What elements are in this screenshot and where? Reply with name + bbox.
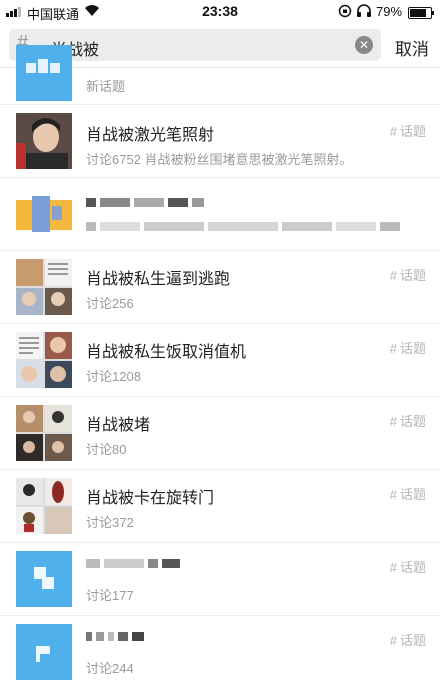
clock: 23:38: [202, 3, 238, 19]
battery-percent: 79%: [376, 4, 403, 19]
hashtag-icon: #: [389, 633, 397, 648]
topic-title: 肖战被卡在旋转门: [86, 490, 215, 507]
topic-tag: # 话题: [389, 268, 426, 283]
topic-thumbnail: [16, 551, 72, 607]
blurred-subtitle: [86, 222, 400, 231]
hashtag-icon: #: [389, 487, 397, 502]
topic-subtitle: 讨论256: [86, 296, 134, 311]
topic-thumbnail: [16, 332, 72, 388]
topic-subtitle: 新话题: [86, 79, 126, 94]
hashtag-icon: #: [389, 124, 397, 139]
list-item[interactable]: 肖战被卡在旋转门 讨论372 # 话题: [0, 470, 440, 543]
topic-thumbnail: [16, 478, 72, 534]
hashtag-icon: #: [389, 414, 397, 429]
list-item[interactable]: 肖战被激光笔照射 讨论6752 肖战被粉丝围堵意思被激光笔照射。 # 话题: [0, 105, 440, 178]
blurred-title: [86, 198, 204, 207]
topic-title: 肖战被私生逼到逃跑: [86, 271, 231, 288]
status-bar: 中国联通 23:38 79%: [0, 0, 440, 24]
topic-subtitle: 讨论80: [86, 442, 127, 457]
topic-tag: # 话题: [389, 124, 426, 139]
topic-title: 肖战被私生饭取消值机: [86, 344, 247, 361]
topic-tag: # 话题: [389, 487, 426, 502]
list-item[interactable]: 讨论177 # 话题: [0, 543, 440, 616]
topic-tag: # 话题: [389, 633, 426, 648]
blurred-title: [86, 632, 144, 641]
list-item[interactable]: 肖战被私生逼到逃跑 讨论256 # 话题: [0, 251, 440, 324]
topic-tag: # 话题: [389, 341, 426, 356]
hashtag-icon: #: [389, 560, 397, 575]
blurred-title: [86, 559, 180, 568]
topic-thumbnail: [16, 45, 72, 101]
topic-thumbnail: [16, 259, 72, 315]
topic-thumbnail: [16, 405, 72, 461]
battery-icon: [408, 7, 434, 19]
topic-title: 肖战被堵: [86, 417, 151, 434]
topic-thumbnail: [16, 186, 72, 242]
list-item[interactable]: 讨论244 # 话题: [0, 616, 440, 688]
hashtag-icon: #: [389, 268, 397, 283]
list-item[interactable]: 新话题: [0, 45, 440, 105]
list-item[interactable]: 肖战被堵 讨论80 # 话题: [0, 397, 440, 470]
topic-subtitle: 讨论6752 肖战被粉丝围堵意思被激光笔照射。: [86, 152, 353, 167]
topic-subtitle: 讨论177: [86, 588, 134, 603]
headphones-icon: [356, 3, 372, 22]
list-item[interactable]: [0, 178, 440, 251]
topic-subtitle: 讨论1208: [86, 369, 141, 384]
rotation-lock-icon: [338, 4, 352, 21]
topic-tag: # 话题: [389, 560, 426, 575]
topic-tag: # 话题: [389, 414, 426, 429]
clear-icon[interactable]: ✕: [355, 36, 373, 54]
list-item[interactable]: 肖战被私生饭取消值机 讨论1208 # 话题: [0, 324, 440, 397]
topic-subtitle: 讨论244: [86, 661, 134, 676]
cancel-button[interactable]: 取消: [395, 35, 429, 60]
hashtag-icon: #: [389, 341, 397, 356]
topic-thumbnail: [16, 624, 72, 680]
topic-title: 肖战被激光笔照射: [86, 127, 215, 144]
topic-thumbnail: [16, 113, 72, 169]
topic-subtitle: 讨论372: [86, 515, 134, 530]
